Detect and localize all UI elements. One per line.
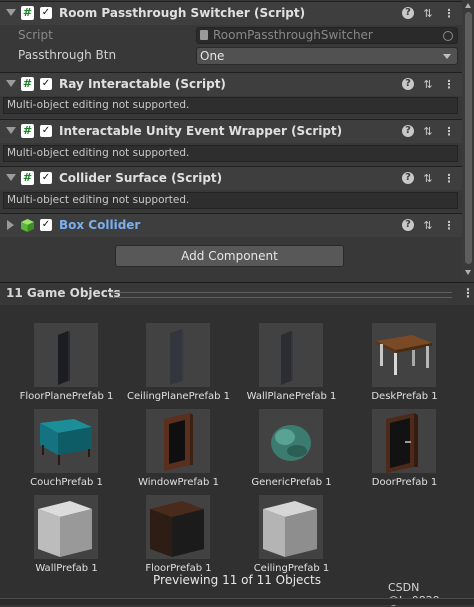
floor-thumbnail — [146, 495, 210, 559]
door-thumbnail — [372, 409, 436, 473]
preset-sliders-icon[interactable]: ⇅ — [421, 125, 435, 139]
preset-sliders-icon[interactable]: ⇅ — [421, 172, 435, 186]
help-icon[interactable]: ? — [402, 78, 414, 90]
gallery-item-floor-prefab[interactable]: FloorPrefab 1 — [122, 483, 235, 574]
script-field-label: Script — [18, 28, 53, 42]
wall-thumbnail — [34, 495, 98, 559]
kebab-menu-icon[interactable]: ⋮ — [442, 78, 456, 92]
wall-plane-thumbnail — [259, 323, 323, 387]
multi-object-notice: Multi-object editing not supported. — [3, 192, 458, 209]
scrollbar-thumb[interactable] — [465, 12, 472, 264]
component-title: Room Passthrough Switcher (Script) — [59, 6, 306, 20]
component-title: Collider Surface (Script) — [59, 171, 223, 185]
gallery-item-label: DoorPrefab 1 — [371, 477, 438, 488]
component-title: Ray Interactable (Script) — [59, 77, 226, 91]
kebab-menu-icon[interactable]: ⋮ — [462, 286, 474, 300]
component-header-interactable-unity-event-wrapper[interactable]: # ✓ Interactable Unity Event Wrapper (Sc… — [0, 119, 462, 143]
window-thumbnail — [146, 409, 210, 473]
component-title: Interactable Unity Event Wrapper (Script… — [59, 124, 343, 138]
preview-gallery: FloorPlanePrefab 1 CeilingPlanePrefab 1 … — [0, 305, 474, 604]
foldout-expanded-icon[interactable] — [6, 174, 16, 181]
scroll-down-arrow-icon[interactable] — [465, 270, 471, 275]
multi-object-notice: Multi-object editing not supported. — [3, 145, 458, 162]
preview-gallery-header[interactable]: 11 Game Objects ⋮ — [0, 282, 474, 305]
component-header-room-passthrough-switcher[interactable]: # ✓ Room Passthrough Switcher (Script) ?… — [0, 1, 462, 25]
gallery-item-desk-prefab[interactable]: DeskPrefab 1 — [348, 311, 461, 402]
add-component-button[interactable]: Add Component — [115, 245, 344, 267]
gallery-item-wall-plane-prefab[interactable]: WallPlanePrefab 1 — [235, 311, 348, 402]
script-hash-icon: # — [21, 77, 34, 91]
foldout-expanded-icon[interactable] — [6, 127, 16, 134]
component-enabled-checkbox[interactable]: ✓ — [40, 7, 52, 19]
component-enabled-checkbox[interactable]: ✓ — [40, 125, 52, 137]
object-picker-target-icon[interactable] — [443, 31, 453, 41]
foldout-expanded-icon[interactable] — [6, 80, 16, 87]
scroll-up-arrow-icon[interactable] — [465, 3, 471, 8]
preset-sliders-icon[interactable]: ⇅ — [421, 219, 435, 233]
gallery-item-wall-prefab[interactable]: WallPrefab 1 — [10, 483, 123, 574]
component-header-collider-surface[interactable]: # ✓ Collider Surface (Script) ? ⇅ ⋮ — [0, 166, 462, 190]
help-icon[interactable]: ? — [402, 125, 414, 137]
ceiling-plane-thumbnail — [146, 323, 210, 387]
passthrough-btn-value: One — [200, 49, 225, 63]
floor-plane-thumbnail — [34, 323, 98, 387]
desk-thumbnail — [372, 323, 436, 387]
preset-sliders-icon[interactable]: ⇅ — [421, 78, 435, 92]
ceiling-thumbnail — [259, 495, 323, 559]
passthrough-btn-label: Passthrough Btn — [18, 48, 117, 62]
gallery-title: 11 Game Objects — [6, 286, 121, 300]
foldout-collapsed-icon[interactable] — [7, 220, 14, 230]
gallery-item-door-prefab[interactable]: DoorPrefab 1 — [348, 397, 461, 488]
component-title: Box Collider — [59, 218, 141, 232]
couch-thumbnail — [34, 409, 98, 473]
gallery-item-floor-plane-prefab[interactable]: FloorPlanePrefab 1 — [10, 311, 123, 402]
component-enabled-checkbox[interactable]: ✓ — [40, 219, 52, 231]
drag-handle[interactable] — [109, 292, 452, 298]
help-icon[interactable]: ? — [402, 219, 414, 231]
inspector-scrollbar[interactable] — [462, 0, 474, 281]
script-hash-icon: # — [21, 171, 34, 185]
gallery-item-ceiling-prefab[interactable]: CeilingPrefab 1 — [235, 483, 348, 574]
chevron-down-icon — [443, 54, 451, 59]
kebab-menu-icon[interactable]: ⋮ — [442, 125, 456, 139]
generic-thumbnail — [259, 409, 323, 473]
script-field-value: RoomPassthroughSwitcher — [213, 28, 373, 42]
help-icon[interactable]: ? — [402, 7, 414, 19]
help-icon[interactable]: ? — [402, 172, 414, 184]
gallery-item-ceiling-plane-prefab[interactable]: CeilingPlanePrefab 1 — [122, 311, 235, 402]
multi-object-notice: Multi-object editing not supported. — [3, 97, 458, 114]
kebab-menu-icon[interactable]: ⋮ — [442, 172, 456, 186]
preset-sliders-icon[interactable]: ⇅ — [421, 7, 435, 21]
component-header-box-collider[interactable]: ✓ Box Collider ? ⇅ ⋮ — [0, 213, 462, 237]
script-object-field[interactable]: RoomPassthroughSwitcher — [196, 27, 458, 44]
script-hash-icon: # — [21, 6, 34, 20]
passthrough-btn-dropdown[interactable]: One — [196, 47, 458, 65]
kebab-menu-icon[interactable]: ⋮ — [442, 219, 456, 233]
script-file-icon — [200, 30, 208, 40]
gallery-item-couch-prefab[interactable]: CouchPrefab 1 — [10, 397, 123, 488]
component-enabled-checkbox[interactable]: ✓ — [40, 172, 52, 184]
gallery-item-window-prefab[interactable]: WindowPrefab 1 — [122, 397, 235, 488]
foldout-expanded-icon[interactable] — [6, 9, 16, 16]
box-collider-cube-icon — [21, 219, 34, 232]
inspector-panel: # ✓ Room Passthrough Switcher (Script) ?… — [0, 0, 462, 281]
gallery-item-generic-prefab[interactable]: GenericPrefab 1 — [235, 397, 348, 488]
script-hash-icon: # — [21, 124, 34, 138]
component-header-ray-interactable[interactable]: # ✓ Ray Interactable (Script) ? ⇅ ⋮ — [0, 72, 462, 96]
kebab-menu-icon[interactable]: ⋮ — [442, 7, 456, 21]
component-enabled-checkbox[interactable]: ✓ — [40, 78, 52, 90]
